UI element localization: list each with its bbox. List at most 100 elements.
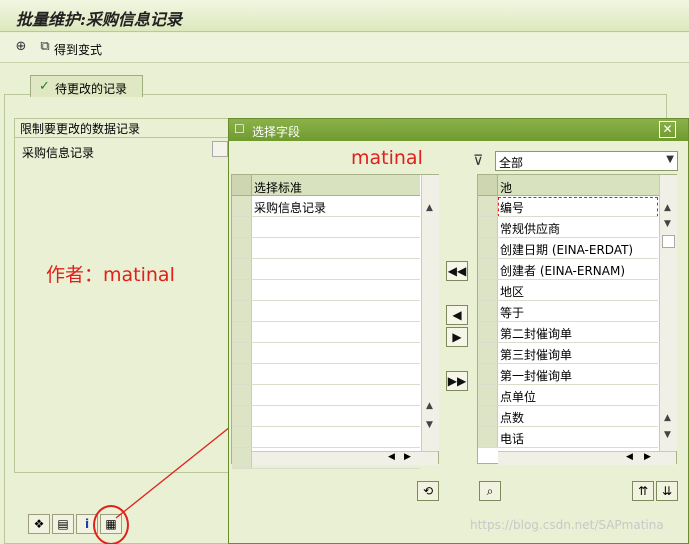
table-row[interactable]	[232, 385, 420, 406]
row-label: 常规供应商	[500, 222, 561, 236]
table-row[interactable]	[232, 301, 420, 322]
table-row[interactable]: 编号	[478, 196, 658, 217]
move-right-icon[interactable]: ▶	[446, 327, 468, 347]
scroll-up-icon[interactable]: ▲	[426, 401, 433, 411]
row-selector[interactable]	[232, 280, 252, 300]
sort-descending-icon[interactable]: ⇊	[656, 481, 678, 501]
selection-criteria-grid: 选择标准 ▲ ▲ ▼ ◀ ▶ 采购信息记录	[231, 174, 439, 469]
dialog-icon: ☐	[234, 122, 245, 136]
table-row[interactable]: 第二封催询单	[478, 322, 658, 343]
dialog-title: 选择字段	[252, 125, 301, 139]
move-all-right-icon[interactable]: ▶▶	[446, 371, 468, 391]
filter-icon[interactable]: ⊽	[473, 153, 483, 169]
row-selector[interactable]	[478, 406, 498, 426]
sort-ascending-icon[interactable]: ⇈	[632, 481, 654, 501]
table-row[interactable]: 等于	[478, 301, 658, 322]
row-selector[interactable]	[478, 427, 498, 447]
row-selector[interactable]	[478, 196, 498, 216]
table-row[interactable]: 常规供应商	[478, 217, 658, 238]
table-row[interactable]: 采购信息记录	[232, 196, 420, 217]
refresh-icon[interactable]: ⟲	[417, 481, 439, 501]
table-row[interactable]	[232, 448, 420, 469]
row-selector[interactable]	[232, 364, 252, 384]
table-row[interactable]: 创建日期 (EINA-ERDAT)	[478, 238, 658, 259]
row-selector[interactable]	[232, 196, 252, 216]
table-row[interactable]	[232, 322, 420, 343]
row-label: 创建者 (EINA-ERNAM)	[500, 264, 626, 278]
row-selector[interactable]	[232, 238, 252, 258]
row-label: 编号	[500, 201, 525, 215]
row-label: 电话	[500, 432, 525, 446]
close-icon[interactable]: ✕	[659, 121, 676, 138]
horizontal-scrollbar[interactable]: ◀ ▶	[498, 451, 676, 465]
filter-value: 全部	[499, 156, 524, 170]
row-selector[interactable]	[478, 385, 498, 405]
dialog-annotation: matinal	[351, 147, 423, 169]
field-pool-grid: 池 ▲ ▼ ▲ ▼ ◀ ▶ 编号常规供应商创建日期 (EINA-ERDAT) 创建…	[477, 174, 677, 465]
table-row[interactable]: 点数	[478, 406, 658, 427]
row-label: 地区	[500, 285, 525, 299]
header-label: 选择标准	[254, 181, 303, 195]
table-row[interactable]	[232, 427, 420, 448]
row-selector[interactable]	[478, 217, 498, 237]
row-selector[interactable]	[478, 280, 498, 300]
select-all-cell[interactable]	[478, 175, 498, 195]
vertical-scrollbar[interactable]: ▲ ▲ ▼	[421, 175, 439, 451]
row-selector[interactable]	[232, 217, 252, 237]
scroll-down-icon[interactable]: ▼	[664, 219, 671, 229]
table-row[interactable]	[232, 238, 420, 259]
filter-dropdown[interactable]: 全部 ▼	[495, 151, 678, 171]
move-all-left-icon[interactable]: ◀◀	[446, 261, 468, 281]
scroll-thumb[interactable]	[662, 235, 675, 248]
row-label: 第一封催询单	[500, 369, 573, 383]
table-row[interactable]	[232, 280, 420, 301]
table-row[interactable]	[232, 406, 420, 427]
row-selector[interactable]	[478, 322, 498, 342]
watermark: https://blog.csdn.net/SAPmatina	[470, 518, 664, 532]
row-selector[interactable]	[478, 301, 498, 321]
table-row[interactable]: 第三封催询单	[478, 343, 658, 364]
row-selector[interactable]	[478, 343, 498, 363]
row-selector[interactable]	[232, 385, 252, 405]
row-selector[interactable]	[478, 364, 498, 384]
table-row[interactable]: 创建者 (EINA-ERNAM)	[478, 259, 658, 280]
table-row[interactable]: 第一封催询单	[478, 364, 658, 385]
find-icon[interactable]: ⌕	[479, 481, 501, 501]
move-left-icon[interactable]: ◀	[446, 305, 468, 325]
row-selector[interactable]	[478, 259, 498, 279]
row-selector[interactable]	[232, 427, 252, 447]
table-row[interactable]	[232, 217, 420, 238]
scroll-up-icon[interactable]: ▲	[664, 203, 671, 213]
row-selector[interactable]	[232, 448, 252, 468]
table-row[interactable]	[232, 364, 420, 385]
row-label: 第二封催询单	[500, 327, 573, 341]
header-label: 池	[500, 181, 513, 195]
row-label: 点单位	[500, 390, 537, 404]
row-selector[interactable]	[232, 406, 252, 426]
select-all-cell[interactable]	[232, 175, 252, 195]
select-fields-dialog: ☐ 选择字段 ✕ matinal ⊽ 全部 ▼ 选择标准 ▲ ▲ ▼ ◀ ▶ 采…	[228, 118, 689, 544]
row-label: 等于	[500, 306, 525, 320]
table-row[interactable]: 电话	[478, 427, 658, 448]
row-selector[interactable]	[232, 259, 252, 279]
chevron-down-icon: ▼	[666, 154, 674, 165]
row-selector[interactable]	[232, 301, 252, 321]
table-row[interactable]: 点单位	[478, 385, 658, 406]
scroll-left-icon[interactable]: ◀	[626, 452, 633, 462]
row-selector[interactable]	[232, 322, 252, 342]
scroll-down-icon[interactable]: ▼	[664, 430, 671, 440]
row-selector[interactable]	[478, 238, 498, 258]
table-row[interactable]	[232, 259, 420, 280]
scroll-right-icon[interactable]: ▶	[644, 452, 651, 462]
row-label: 点数	[500, 411, 525, 425]
vertical-scrollbar[interactable]: ▲ ▼ ▲ ▼	[659, 175, 677, 451]
scroll-down-icon[interactable]: ▼	[426, 420, 433, 430]
row-selector[interactable]	[232, 343, 252, 363]
table-row[interactable]	[232, 343, 420, 364]
row-label: 创建日期 (EINA-ERDAT)	[500, 243, 634, 257]
scroll-up-icon[interactable]: ▲	[426, 203, 433, 213]
table-row[interactable]: 地区	[478, 280, 658, 301]
row-label: 第三封催询单	[500, 348, 573, 362]
scroll-up-icon[interactable]: ▲	[664, 413, 671, 423]
dialog-title-bar: ☐ 选择字段 ✕	[229, 119, 688, 141]
